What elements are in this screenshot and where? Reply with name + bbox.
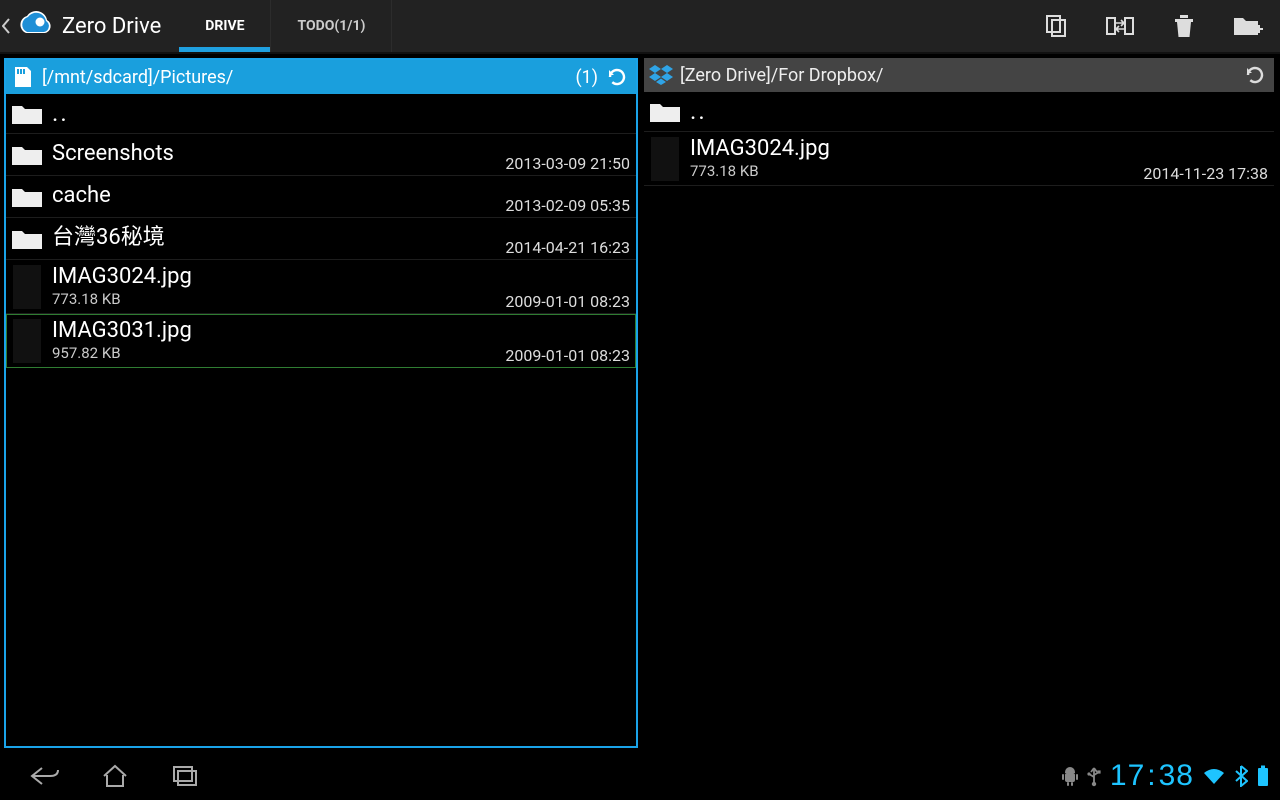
pane-remote-path: [Zero Drive]/For Dropbox/ bbox=[680, 65, 1242, 86]
tabs: DRIVE TODO(1/1) bbox=[179, 0, 392, 52]
app-title: Zero Drive bbox=[58, 14, 179, 39]
usb-icon bbox=[1086, 765, 1102, 787]
app-icon[interactable] bbox=[14, 6, 54, 46]
pane-local-header: [/mnt/sdcard]/Pictures/ (1) bbox=[6, 60, 636, 94]
item-name: IMAG3024.jpg bbox=[52, 265, 497, 289]
item-size: 773.18 KB bbox=[52, 290, 497, 308]
clock-hours: 17 bbox=[1110, 759, 1145, 793]
copy-button[interactable] bbox=[1024, 0, 1088, 53]
status-area[interactable]: 17:38 bbox=[1062, 759, 1270, 793]
up-directory[interactable]: .. bbox=[6, 94, 636, 134]
back-button[interactable] bbox=[10, 752, 80, 800]
list-item[interactable]: cache 2013-02-09 05:35 bbox=[6, 176, 636, 218]
home-button[interactable] bbox=[80, 752, 150, 800]
system-navbar: 17:38 bbox=[0, 752, 1280, 800]
image-thumbnail bbox=[651, 137, 679, 181]
list-item[interactable]: 台灣36秘境 2014-04-21 16:23 bbox=[6, 218, 636, 260]
android-debug-icon bbox=[1062, 766, 1078, 786]
clock-minutes: 38 bbox=[1159, 759, 1194, 793]
file-list-local: .. Screenshots 2013-03-09 21:50 cache 20… bbox=[6, 94, 636, 746]
item-size: 957.82 KB bbox=[52, 344, 497, 362]
recent-apps-button[interactable] bbox=[150, 752, 220, 800]
item-name: IMAG3031.jpg bbox=[52, 319, 497, 343]
item-date: 2009-01-01 08:23 bbox=[505, 292, 630, 311]
status-clock: 17:38 bbox=[1110, 759, 1194, 793]
battery-icon bbox=[1256, 765, 1270, 787]
bluetooth-icon bbox=[1234, 765, 1248, 787]
pane-local-count: (1) bbox=[575, 67, 598, 88]
item-date: 2009-01-01 08:23 bbox=[505, 346, 630, 365]
action-bar: Zero Drive DRIVE TODO(1/1) bbox=[0, 0, 1280, 54]
up-label: .. bbox=[690, 98, 1268, 124]
sdcard-icon bbox=[10, 64, 36, 90]
pane-remote-header: [Zero Drive]/For Dropbox/ bbox=[644, 58, 1274, 92]
sync-button[interactable] bbox=[1088, 0, 1152, 53]
list-item[interactable]: Screenshots 2013-03-09 21:50 bbox=[6, 134, 636, 176]
image-thumbnail bbox=[13, 319, 41, 363]
pane-local-path: [/mnt/sdcard]/Pictures/ bbox=[42, 67, 575, 88]
back-icon[interactable] bbox=[2, 0, 12, 53]
folder-icon bbox=[10, 141, 44, 169]
item-date: 2013-02-09 05:35 bbox=[505, 196, 630, 215]
refresh-local-button[interactable] bbox=[604, 64, 630, 90]
dropbox-icon bbox=[648, 62, 674, 88]
new-folder-button[interactable] bbox=[1216, 0, 1280, 53]
folder-icon bbox=[648, 98, 682, 126]
up-label: .. bbox=[52, 100, 630, 126]
item-name: cache bbox=[52, 184, 497, 208]
pane-local: [/mnt/sdcard]/Pictures/ (1) .. bbox=[4, 58, 638, 748]
item-name: 台灣36秘境 bbox=[52, 226, 497, 250]
item-date: 2014-04-21 16:23 bbox=[505, 238, 630, 257]
delete-button[interactable] bbox=[1152, 0, 1216, 53]
folder-icon bbox=[10, 183, 44, 211]
item-date: 2014-11-23 17:38 bbox=[1143, 164, 1268, 183]
up-directory[interactable]: .. bbox=[644, 92, 1274, 132]
item-date: 2013-03-09 21:50 bbox=[505, 154, 630, 173]
list-item[interactable]: IMAG3024.jpg 773.18 KB 2009-01-01 08:23 bbox=[6, 260, 636, 314]
wifi-icon bbox=[1202, 766, 1226, 786]
tab-todo[interactable]: TODO(1/1) bbox=[271, 0, 392, 52]
item-name: IMAG3024.jpg bbox=[690, 137, 1135, 161]
folder-icon bbox=[10, 225, 44, 253]
file-list-remote: .. IMAG3024.jpg 773.18 KB 2014-11-23 17:… bbox=[644, 92, 1274, 748]
folder-icon bbox=[10, 100, 44, 128]
item-name: Screenshots bbox=[52, 142, 497, 166]
tab-drive[interactable]: DRIVE bbox=[179, 0, 271, 52]
list-item[interactable]: IMAG3024.jpg 773.18 KB 2014-11-23 17:38 bbox=[644, 132, 1274, 186]
pane-remote: [Zero Drive]/For Dropbox/ .. bbox=[644, 58, 1274, 748]
image-thumbnail bbox=[13, 265, 41, 309]
refresh-remote-button[interactable] bbox=[1242, 62, 1268, 88]
item-size: 773.18 KB bbox=[690, 162, 1135, 180]
list-item[interactable]: IMAG3031.jpg 957.82 KB 2009-01-01 08:23 bbox=[6, 314, 636, 368]
